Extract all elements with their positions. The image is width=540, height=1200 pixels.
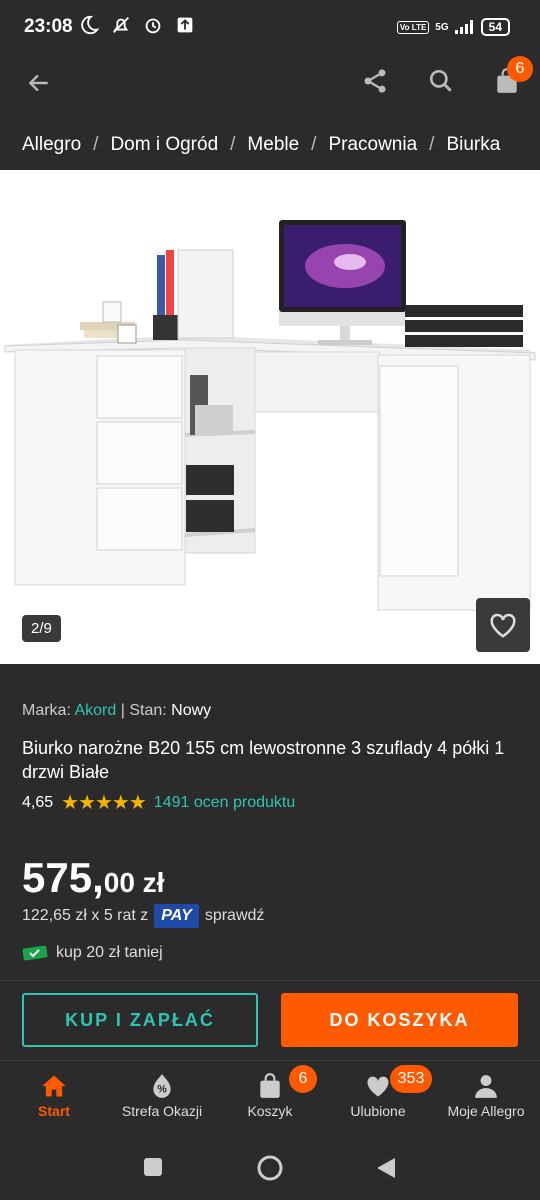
nav-cart-label: Koszyk — [247, 1103, 293, 1119]
nav-favorites-label: Ulubione — [350, 1103, 406, 1119]
breadcrumb-separator: / — [230, 134, 236, 155]
installment-check-link[interactable]: sprawdź — [205, 907, 265, 925]
status-icons — [78, 14, 196, 36]
nav-favorites-badge: 353 — [390, 1065, 432, 1093]
product-rating[interactable]: 4,65 ★★★★★ 1491 ocen produktu — [22, 790, 295, 815]
search-icon — [429, 69, 452, 92]
product-info: Marka: Akord | Stan: Nowy Biurko narożne… — [0, 664, 540, 980]
condition-value: Nowy — [171, 702, 212, 719]
heart-icon — [367, 1076, 389, 1097]
app-bar: 6 — [0, 56, 540, 120]
breadcrumb-separator: / — [311, 134, 317, 155]
volte-icon: Vo LTE — [396, 20, 430, 34]
allegro-pay-logo: PAY — [154, 904, 199, 928]
breadcrumb-separator: / — [93, 134, 99, 155]
heart-outline-icon — [490, 613, 516, 638]
rating-count-link[interactable]: 1491 ocen produktu — [154, 794, 295, 812]
recents-icon[interactable] — [143, 1157, 163, 1177]
svg-text:%: % — [157, 1083, 167, 1095]
add-to-favorites-button[interactable] — [476, 598, 530, 652]
nav-cart-badge: 6 — [289, 1065, 317, 1093]
coupon-text: kup 20 zł taniej — [56, 944, 163, 961]
star-rating-icon: ★★★★★ — [61, 792, 147, 814]
share-button[interactable] — [358, 64, 392, 98]
search-button[interactable] — [424, 64, 458, 98]
nav-account-label: Moje Allegro — [447, 1103, 525, 1119]
share-icon — [364, 69, 386, 93]
brand-link[interactable]: Akord — [74, 702, 116, 719]
buy-now-button[interactable]: KUP I ZAPŁAĆ — [22, 993, 258, 1047]
nav-deals[interactable]: % Strefa Okazji — [108, 1069, 216, 1119]
arrow-left-icon — [28, 74, 48, 92]
status-time: 23:08 — [24, 16, 73, 37]
breadcrumb: Allegro / Dom i Ogród / Meble / Pracowni… — [0, 120, 540, 170]
installment-text: 122,65 zł x 5 rat z — [22, 907, 149, 924]
discount-bag-icon: % — [153, 1074, 171, 1098]
mute-icon — [113, 17, 129, 33]
status-right: Vo LTE 5G 54 — [396, 18, 510, 36]
product-title: Biurko narożne B20 155 cm lewostronne 3 … — [22, 738, 505, 782]
user-icon — [475, 1075, 497, 1098]
alarm-icon — [145, 18, 161, 34]
network-label: 5G — [435, 21, 449, 33]
nav-start[interactable]: Start — [0, 1069, 108, 1119]
price-fraction: 00 zł — [103, 867, 165, 898]
gallery-counter: 2/9 — [22, 615, 61, 642]
nav-start-label: Start — [38, 1103, 70, 1119]
home-circle-icon[interactable] — [256, 1154, 284, 1182]
breadcrumb-item[interactable]: Dom i Ogród — [110, 134, 218, 156]
signal-icon — [454, 20, 473, 34]
coupon-info[interactable]: kup 20 zł taniej — [22, 944, 163, 962]
product-price: 575,00 zł — [22, 854, 164, 902]
battery-indicator: 54 — [480, 18, 510, 36]
bottom-navigation: Start % Strefa Okazji Koszyk 6 Ulubione … — [0, 1060, 540, 1143]
breadcrumb-item[interactable]: Meble — [247, 134, 299, 156]
coupon-icon — [22, 945, 48, 961]
moon-icon — [81, 15, 100, 35]
home-icon — [42, 1075, 66, 1097]
breadcrumb-item[interactable]: Biurka — [446, 134, 500, 156]
rating-value: 4,65 — [22, 793, 54, 811]
product-photo — [4, 220, 536, 611]
brand-label: Marka: — [22, 702, 71, 719]
product-meta: Marka: Akord | Stan: Nowy — [22, 702, 211, 720]
system-navigation — [0, 1142, 540, 1200]
shopping-bag-icon — [260, 1073, 280, 1098]
nav-deals-label: Strefa Okazji — [121, 1103, 203, 1119]
condition-label: | Stan: — [120, 702, 167, 719]
breadcrumb-separator: / — [429, 134, 435, 155]
upload-icon — [177, 17, 193, 33]
breadcrumb-item[interactable]: Pracownia — [328, 134, 417, 156]
installment-info: 122,65 zł x 5 rat z PAY sprawdź — [22, 904, 264, 928]
price-main: 575, — [22, 854, 104, 901]
product-gallery[interactable]: 2/9 — [0, 170, 540, 664]
status-bar: 23:08 Vo LTE 5G 54 — [0, 0, 540, 56]
nav-account[interactable]: Moje Allegro — [432, 1069, 540, 1119]
back-button[interactable] — [22, 66, 56, 100]
back-triangle-icon[interactable] — [375, 1156, 397, 1180]
cart-badge: 6 — [507, 56, 533, 82]
add-to-cart-button[interactable]: DO KOSZYKA — [281, 993, 518, 1047]
breadcrumb-item[interactable]: Allegro — [22, 134, 81, 156]
action-bar: KUP I ZAPŁAĆ DO KOSZYKA — [0, 980, 540, 1061]
